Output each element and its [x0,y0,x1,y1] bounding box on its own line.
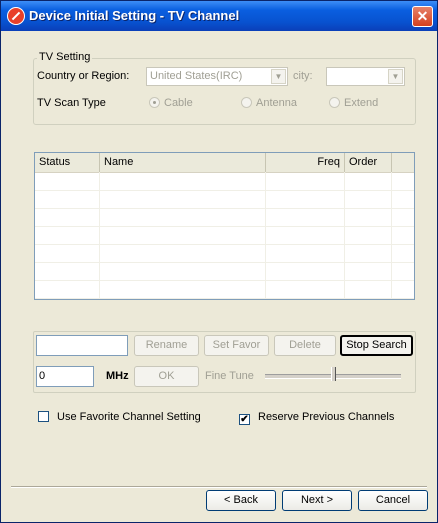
cancel-button[interactable]: Cancel [358,490,428,511]
title-bar[interactable]: Device Initial Setting - TV Channel ✕ [1,1,437,31]
column-freq[interactable]: Freq [266,153,345,172]
channel-list[interactable]: Status Name Freq Order [34,152,415,300]
use-favorite-label: Use Favorite Channel Setting [57,411,201,423]
grid-line [35,262,414,263]
column-order[interactable]: Order [345,153,392,172]
dialog-window: Device Initial Setting - TV Channel ✕ TV… [0,0,438,523]
grid-line [35,244,414,245]
grid-line [35,280,414,281]
scan-type-label: TV Scan Type [37,97,106,109]
next-button[interactable]: Next > [282,490,352,511]
delete-button[interactable]: Delete [274,335,336,356]
checkbox-unchecked-icon [38,411,49,422]
set-favor-button[interactable]: Set Favor [204,335,269,356]
country-select[interactable]: United States(IRC) ▼ [146,67,288,86]
radio-dot-icon [149,97,160,108]
channel-list-header: Status Name Freq Order [35,153,414,173]
back-button-label: < Back [224,494,258,506]
country-select-value: United States(IRC) [150,70,243,82]
country-label: Country or Region: [37,70,130,82]
slider-thumb-handle[interactable] [331,367,336,381]
stop-search-button[interactable]: Stop Search [340,335,413,356]
column-empty [392,153,414,172]
radio-antenna[interactable]: Antenna [241,97,297,109]
radio-antenna-label: Antenna [256,97,297,109]
cancel-button-label: Cancel [375,494,411,506]
city-label: city: [293,70,313,82]
frequency-input[interactable]: 0 [36,366,94,387]
radio-cable[interactable]: Cable [149,97,193,109]
grid-line [35,208,414,209]
radio-dot-icon [329,97,340,108]
column-status[interactable]: Status [35,153,100,172]
grid-line [35,298,414,299]
checkmark-icon: ✔ [239,414,250,425]
grid-line [35,226,414,227]
back-button[interactable]: < Back [206,490,276,511]
window-title: Device Initial Setting - TV Channel [29,8,240,23]
use-favorite-checkbox[interactable]: Use Favorite Channel Setting [38,411,201,423]
radio-dot-icon [241,97,252,108]
column-name[interactable]: Name [100,153,266,172]
mhz-unit-label: MHz [106,370,129,382]
reserve-previous-label: Reserve Previous Channels [258,411,395,423]
close-button[interactable]: ✕ [412,6,433,27]
next-button-label: Next > [300,494,334,506]
chevron-down-icon[interactable]: ▼ [388,69,403,84]
radio-cable-label: Cable [164,97,193,109]
fine-tune-label: Fine Tune [205,370,254,382]
app-logo-icon [7,7,25,25]
radio-extend-label: Extend [344,97,379,109]
rename-button[interactable]: Rename [134,335,199,356]
tv-setting-group-label: TV Setting [37,51,93,63]
radio-extend[interactable]: Extend [329,97,378,109]
channel-name-input[interactable] [36,335,128,356]
chevron-down-icon[interactable]: ▼ [271,69,286,84]
grid-line [35,190,414,191]
ok-button[interactable]: OK [134,366,199,387]
footer-separator [11,486,427,488]
city-select[interactable]: ▼ [326,67,405,86]
reserve-previous-checkbox[interactable]: ✔ Reserve Previous Channels [239,411,394,425]
